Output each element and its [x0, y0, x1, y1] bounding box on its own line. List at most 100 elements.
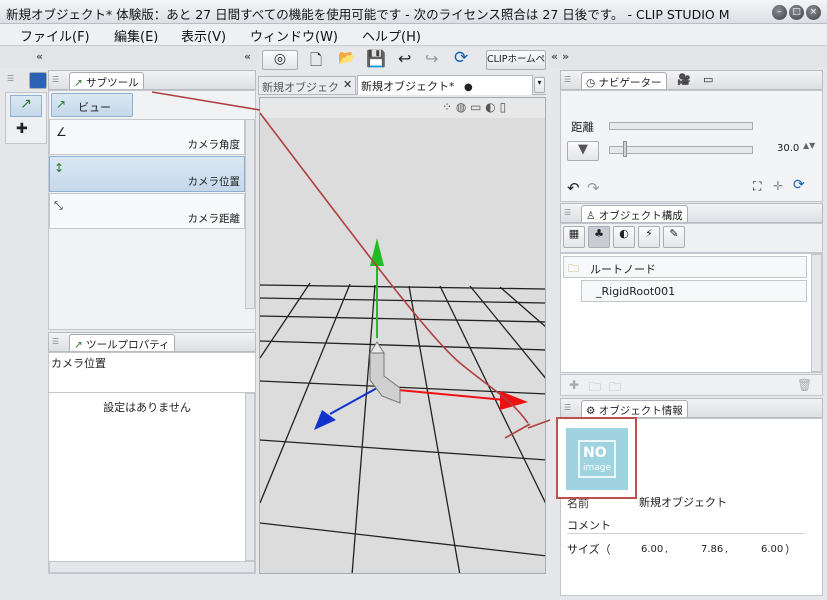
close-tab-icon[interactable]: ✕	[343, 78, 352, 91]
undo-icon[interactable]: ↩	[398, 49, 411, 68]
navigator-tab-label: ナビゲーター	[598, 77, 662, 89]
unsaved-dot-icon: ●	[464, 82, 473, 93]
title-bar: 新規オブジェクト* 体験版：あと 27 日間すべての機能を使用可能です - 次の…	[0, 0, 827, 24]
3d-canvas[interactable]: ⁘ ◍ ▭ ◐ ▯	[259, 97, 546, 574]
camera-position-label: カメラ位置	[187, 176, 241, 188]
object-structure-footer: ✚ 🗀 🗀 🗑	[560, 374, 823, 396]
tab-tool-property[interactable]: ↗ ツールプロパティ	[69, 334, 175, 351]
object-info-header: ☰ ⚙ オブジェクト情報	[560, 398, 823, 418]
rigid-node-label: _RigidRoot001	[596, 285, 676, 298]
expand-right-icon[interactable]: »	[562, 50, 569, 63]
menu-window[interactable]: ウィンドウ(W)	[250, 26, 338, 45]
scene-icon[interactable]: ▦	[563, 226, 585, 248]
tab-object-structure[interactable]: ♙ オブジェクト構成	[581, 205, 688, 222]
collapse-left-icon[interactable]: «	[36, 50, 43, 63]
tab-navigator[interactable]: ◷ ナビゲーター	[581, 72, 667, 89]
open-folder-icon[interactable]: 📂	[338, 50, 355, 66]
window-tab-icon[interactable]: ▭	[703, 73, 713, 86]
camera-tab-icon[interactable]: 🎥	[677, 73, 691, 86]
tree-node-root[interactable]: 🗀 ルートノード	[563, 256, 807, 278]
zoom-slider[interactable]	[609, 146, 753, 154]
rotate-redo-icon[interactable]: ↷	[587, 179, 600, 197]
menu-edit[interactable]: 編集(E)	[114, 26, 158, 45]
comment-label: コメント	[567, 519, 611, 532]
object-name-value: 新規オブジェクト	[639, 496, 727, 509]
reset-view-icon[interactable]: ⟳	[793, 177, 805, 193]
rotate-undo-icon[interactable]: ↶	[567, 179, 580, 197]
document-2-label: 新規オブジェクト*	[361, 80, 455, 93]
save-icon[interactable]: 💾	[366, 49, 386, 68]
object-tree-scrollbar[interactable]	[811, 254, 822, 372]
object-thumbnail[interactable]: NO image	[566, 428, 628, 490]
clip-studio-icon[interactable]: ◎	[262, 50, 298, 70]
new-file-icon[interactable]: 🗋	[310, 50, 322, 75]
camera-distance-icon: ⤡	[54, 199, 63, 212]
subtool-panel: ↗ ビュー ∠ カメラ角度 ↕ カメラ位置 ⤡ カメラ距離	[48, 90, 256, 330]
add-folder-icon[interactable]: 🗀	[589, 378, 601, 399]
tool-property-header: ☰ ↗ ツールプロパティ	[48, 332, 256, 352]
camera-position-icon: ↕	[54, 161, 65, 175]
tab-document-2[interactable]: 新規オブジェクト* ●	[357, 75, 533, 95]
root-node-label: ルートノード	[590, 263, 656, 276]
tool-property-message: 設定はありません	[103, 401, 191, 414]
tool-property-icon: ↗	[74, 339, 83, 351]
subtool-camera-position[interactable]: ↕ カメラ位置	[49, 156, 245, 192]
collapse-mid-icon[interactable]: «	[551, 50, 558, 63]
tool-property-panel: カメラ位置 設定はありません	[48, 352, 256, 574]
close-button[interactable]: ×	[806, 5, 821, 20]
subtool-scrollbar[interactable]	[245, 119, 255, 309]
view-group-label: ビュー	[78, 101, 111, 114]
size-y-value: 7.86	[701, 544, 724, 555]
camera-distance-label: カメラ距離	[187, 213, 241, 225]
tab-document-1[interactable]: 新規オブジェク	[258, 76, 356, 95]
menu-help[interactable]: ヘルプ(H)	[362, 26, 421, 45]
tool-property-hscroll[interactable]	[49, 561, 255, 573]
tool-property-scrollbar[interactable]	[245, 393, 255, 561]
light-icon[interactable]: ⚡	[638, 226, 660, 248]
center-view-icon[interactable]: ✛	[773, 179, 783, 193]
refresh-icon[interactable]: ⟳	[454, 48, 468, 68]
tab-subtool[interactable]: ↗ サブツール	[69, 72, 144, 89]
zoom-slider-thumb[interactable]	[623, 141, 627, 157]
minimize-button[interactable]: –	[772, 5, 787, 20]
document-1-label: 新規オブジェク	[262, 81, 339, 94]
brush-icon[interactable]: ✎	[663, 226, 685, 248]
command-bar: ◎ 🗋 📂 💾 ↩ ↪ ⟳ CLIPホームペ	[260, 48, 548, 72]
clip-homepage-button[interactable]: CLIPホームペ	[486, 50, 546, 70]
collapse-left2-icon[interactable]: «	[244, 50, 251, 63]
object-structure-header: ☰ ♙ オブジェクト構成	[560, 203, 823, 223]
tab-list-dropdown[interactable]: ▾	[534, 77, 545, 93]
fit-view-icon[interactable]: ⛶	[753, 179, 761, 194]
tree-icon[interactable]: ♣	[588, 226, 610, 248]
add-node-icon[interactable]: ✚	[569, 378, 579, 392]
subtool-icon: ↗	[74, 77, 83, 89]
sphere-icon[interactable]: ◐	[613, 226, 635, 248]
delete-icon[interactable]: 🗑	[797, 378, 812, 392]
distance-slider[interactable]	[609, 122, 753, 130]
size-close: ）	[785, 543, 796, 556]
subtool-group-view[interactable]: ↗ ビュー	[51, 93, 133, 117]
maximize-button[interactable]: □	[789, 5, 804, 20]
object-info-icon: ⚙	[586, 405, 596, 417]
subtool-camera-angle[interactable]: ∠ カメラ角度	[49, 119, 245, 155]
add-folder2-icon[interactable]: 🗀	[609, 378, 621, 399]
navigator-panel: 距離 ▼ 30.0 ▲▼ ↶ ↷ ⛶ ✛ ⟳	[560, 90, 823, 202]
zoom-spinner-icon[interactable]: ▲▼	[803, 141, 815, 150]
zoom-preset-icon[interactable]: ▼	[567, 141, 599, 161]
object-tool-icon[interactable]: ✚	[16, 121, 28, 137]
thumbnail-highlight: NO image	[556, 417, 637, 499]
size-x-value: 6.00	[641, 544, 664, 555]
no-image-text: NO	[583, 445, 607, 461]
view-tool-icon[interactable]: ↗	[10, 95, 42, 117]
menu-bar: ファイル(F) 編集(E) 表示(V) ウィンドウ(W) ヘルプ(H)	[0, 24, 827, 46]
toolbox-icon[interactable]	[29, 72, 47, 89]
tree-node-rigid[interactable]: _RigidRoot001	[581, 280, 807, 302]
menu-view[interactable]: 表示(V)	[181, 26, 226, 45]
tool-property-tab-label: ツールプロパティ	[86, 339, 170, 351]
subtool-camera-distance[interactable]: ⤡ カメラ距離	[49, 193, 245, 229]
object-tree: 🗀 ルートノード _RigidRoot001	[560, 253, 823, 373]
redo-icon[interactable]: ↪	[425, 49, 438, 68]
tab-object-info[interactable]: ⚙ オブジェクト情報	[581, 400, 688, 417]
menu-file[interactable]: ファイル(F)	[20, 26, 90, 45]
object-structure-toolbar: ▦ ♣ ◐ ⚡ ✎	[560, 223, 823, 253]
